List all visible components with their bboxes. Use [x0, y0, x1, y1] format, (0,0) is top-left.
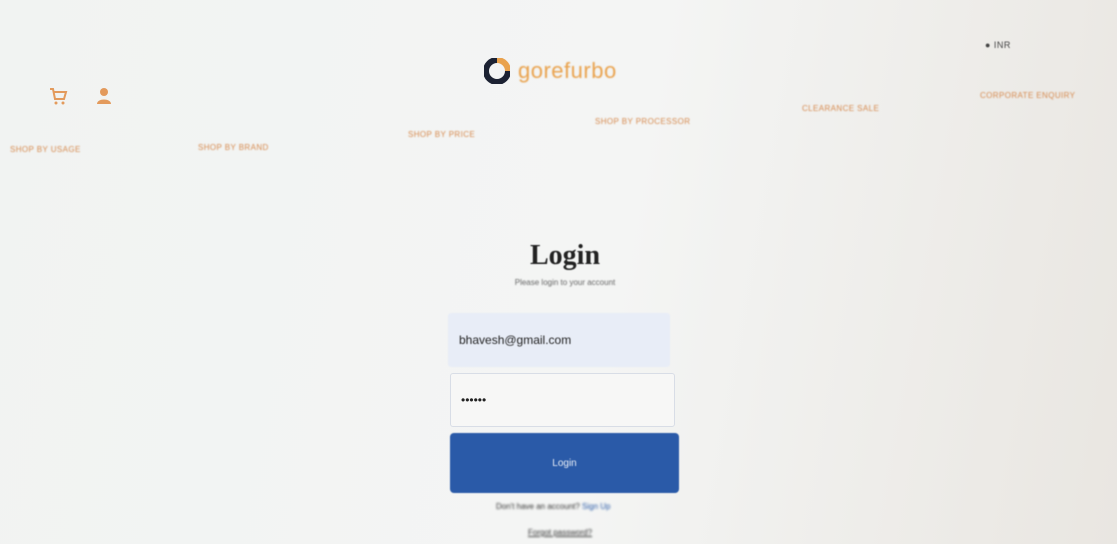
nav-shop-by-brand[interactable]: Shop by Brand: [198, 143, 269, 152]
forgot-password-link[interactable]: Forgot password?: [528, 528, 592, 537]
main-navigation: Shop by Usage Shop by Brand Shop by Pric…: [0, 0, 1117, 170]
nav-shop-by-processor[interactable]: Shop by Processor: [595, 117, 690, 126]
signup-prompt: Don't have an account? Sign Up: [496, 502, 611, 511]
login-form-header: Login Please login to your account: [430, 240, 700, 287]
nav-shop-by-usage[interactable]: Shop by Usage: [10, 145, 81, 154]
nav-corporate-enquiry[interactable]: Corporate Enquiry: [980, 91, 1075, 100]
nav-shop-by-price[interactable]: Shop by Price: [408, 130, 475, 139]
signup-link[interactable]: Sign Up: [582, 502, 610, 511]
password-field[interactable]: [450, 373, 675, 427]
email-field[interactable]: [448, 313, 670, 367]
signup-prefix: Don't have an account?: [496, 502, 580, 511]
page-title: Login: [529, 240, 601, 271]
login-subtitle: Please login to your account: [514, 278, 616, 287]
login-button[interactable]: Login: [450, 433, 679, 493]
nav-clearance-sale[interactable]: Clearance Sale: [802, 104, 879, 113]
